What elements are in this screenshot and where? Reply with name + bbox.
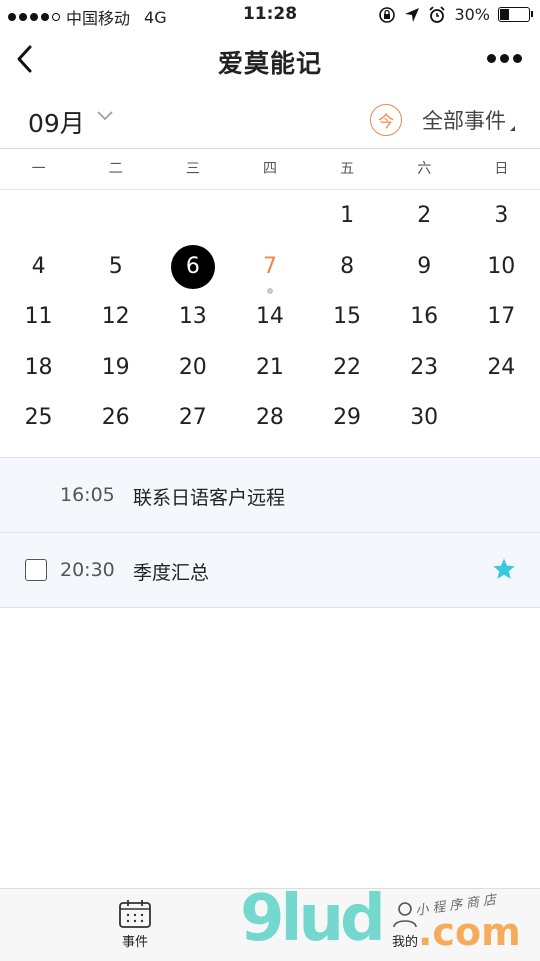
calendar-day[interactable]: 4 — [0, 245, 77, 296]
battery-icon — [498, 7, 533, 22]
calendar-day[interactable]: 26 — [77, 396, 154, 447]
watermark: 9lud 小程序商店 .com — [240, 882, 540, 960]
event-time: 20:30 — [60, 559, 115, 581]
calendar-day[interactable]: 12 — [77, 295, 154, 346]
calendar-day-today[interactable]: 7 — [231, 245, 308, 296]
calendar-day[interactable]: 27 — [154, 396, 231, 447]
calendar-day — [463, 396, 540, 447]
month-selector[interactable]: 09月 — [28, 104, 85, 140]
page-title: 爱莫能记 — [217, 49, 322, 78]
calendar-day[interactable]: 2 — [386, 194, 463, 245]
calendar-week: 18 19 20 21 22 23 24 — [0, 346, 540, 397]
calendar-icon — [119, 900, 151, 928]
event-title: 联系日语客户远程 — [133, 487, 286, 509]
today-button[interactable]: 今 — [370, 104, 402, 136]
watermark-suffix: .com — [418, 910, 521, 954]
weekday-label: 五 — [340, 161, 355, 177]
calendar-day[interactable]: 3 — [463, 194, 540, 245]
star-icon[interactable] — [492, 557, 516, 581]
weekday-label: 三 — [185, 161, 200, 177]
more-icon[interactable] — [487, 54, 522, 63]
calendar-day[interactable]: 19 — [77, 346, 154, 397]
calendar-week: 11 12 13 14 15 16 17 — [0, 295, 540, 346]
calendar-day[interactable]: 28 — [231, 396, 308, 447]
calendar-day[interactable]: 8 — [309, 245, 386, 296]
weekday-label: 四 — [262, 161, 277, 177]
calendar-day[interactable]: 1 — [309, 194, 386, 245]
calendar-day[interactable]: 29 — [309, 396, 386, 447]
calendar-day — [0, 194, 77, 245]
status-bar: 中国移动 4G 11:28 30% — [0, 0, 540, 30]
alarm-icon — [429, 5, 446, 23]
calendar-day[interactable]: 25 — [0, 396, 77, 447]
location-icon — [405, 7, 420, 22]
event-time: 16:05 — [60, 484, 115, 506]
weekday-header: 一 二 三 四 五 六 日 — [0, 149, 540, 190]
calendar-week: 25 26 27 28 29 30 — [0, 396, 540, 447]
calendar-day[interactable]: 10 — [463, 245, 540, 296]
calendar-day[interactable]: 14 — [231, 295, 308, 346]
month-toolbar: 09月 今 全部事件 — [0, 90, 540, 149]
weekday-label: 二 — [108, 161, 123, 177]
calendar-day[interactable]: 20 — [154, 346, 231, 397]
calendar-grid: 1 2 3 4 5 6 7 8 9 10 11 12 13 14 15 16 1… — [0, 194, 540, 447]
calendar-week: 4 5 6 7 8 9 10 — [0, 244, 540, 296]
weekday-label: 一 — [31, 161, 46, 177]
event-item[interactable]: 20:30 季度汇总 — [0, 532, 540, 608]
calendar-day[interactable]: 15 — [309, 295, 386, 346]
calendar-day[interactable]: 16 — [386, 295, 463, 346]
dropdown-triangle-icon — [510, 126, 515, 131]
calendar-day[interactable]: 5 — [77, 245, 154, 296]
filter-dropdown[interactable]: 全部事件 — [422, 105, 506, 135]
weekday-label: 日 — [494, 161, 509, 177]
event-checkbox[interactable] — [25, 559, 47, 581]
calendar-day[interactable]: 17 — [463, 295, 540, 346]
event-title: 季度汇总 — [133, 562, 210, 584]
tab-events[interactable]: 事件 — [95, 899, 175, 950]
weekday-label: 六 — [417, 161, 432, 177]
nav-bar: 爱莫能记 — [0, 30, 540, 90]
tab-events-label: 事件 — [121, 935, 148, 950]
calendar-day[interactable]: 24 — [463, 346, 540, 397]
event-list: 16:05 联系日语客户远程 20:30 季度汇总 — [0, 457, 540, 608]
battery-percent: 30% — [454, 5, 490, 24]
calendar-day — [77, 194, 154, 245]
calendar-day — [231, 194, 308, 245]
calendar-day[interactable]: 11 — [0, 295, 77, 346]
calendar-week: 1 2 3 — [0, 194, 540, 245]
event-item[interactable]: 16:05 联系日语客户远程 — [0, 457, 540, 532]
calendar-day[interactable]: 18 — [0, 346, 77, 397]
calendar-day[interactable]: 13 — [154, 295, 231, 346]
calendar-day[interactable]: 9 — [386, 245, 463, 296]
calendar-day — [154, 194, 231, 245]
status-right: 30% — [378, 5, 533, 24]
watermark-main: 9lud — [240, 882, 386, 956]
calendar-day[interactable]: 23 — [386, 346, 463, 397]
calendar-day-selected[interactable]: 6 — [154, 244, 231, 296]
calendar-day[interactable]: 21 — [231, 346, 308, 397]
rotation-lock-icon — [379, 6, 396, 23]
calendar-day[interactable]: 30 — [386, 396, 463, 447]
event-indicator-dot — [266, 287, 273, 294]
chevron-down-icon[interactable] — [96, 108, 114, 122]
calendar-day[interactable]: 22 — [309, 346, 386, 397]
